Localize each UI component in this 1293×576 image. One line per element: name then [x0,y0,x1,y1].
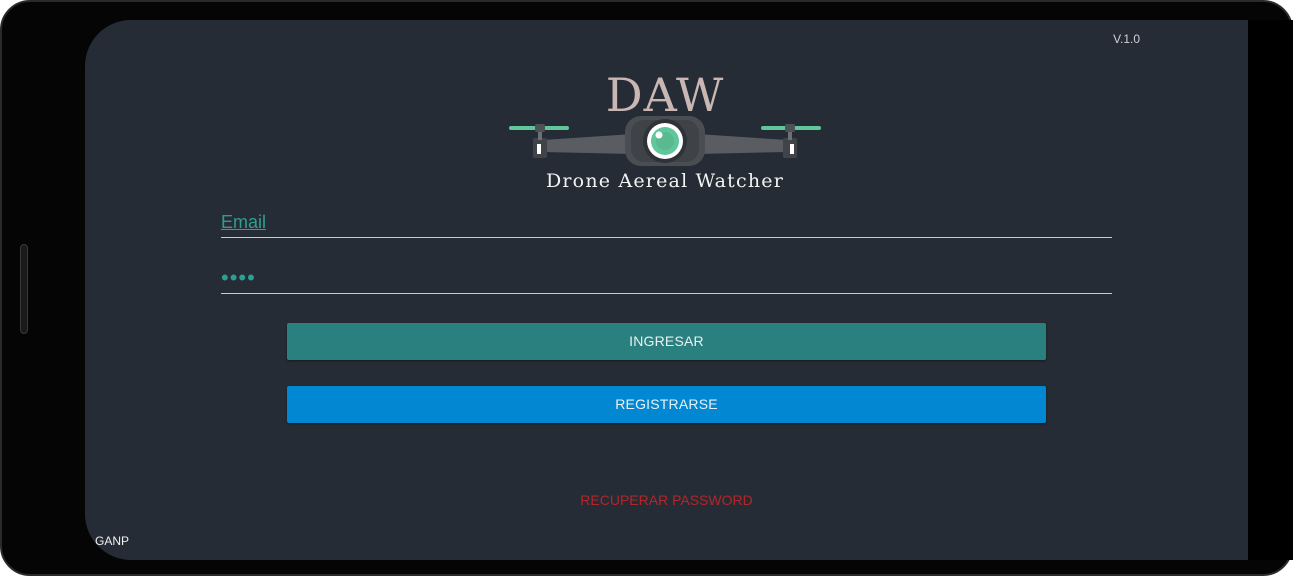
logo-subtitle: Drone Aereal Watcher [545,170,785,192]
email-input[interactable] [221,208,1112,236]
password-input[interactable] [221,264,1112,292]
device-side-button [20,244,28,334]
device-frame: V.1.0 DAW Drone Aereal Watcher Email •••… [0,0,1293,576]
app-logo: DAW Drone Aereal Watcher [505,70,825,195]
email-field[interactable] [221,208,1112,238]
device-nav-strip [1248,20,1293,560]
register-button[interactable]: REGISTRARSE [287,386,1046,423]
drone-camera-icon [509,116,821,166]
logo-title: DAW [605,68,725,122]
footer-tag: GANP [95,534,130,548]
login-button[interactable]: INGRESAR [287,323,1046,360]
app-screen: V.1.0 DAW Drone Aereal Watcher Email •••… [85,20,1248,560]
recover-password-link[interactable]: RECUPERAR PASSWORD [85,492,1248,508]
password-field[interactable] [221,264,1112,294]
version-label: V.1.0 [1113,32,1140,46]
